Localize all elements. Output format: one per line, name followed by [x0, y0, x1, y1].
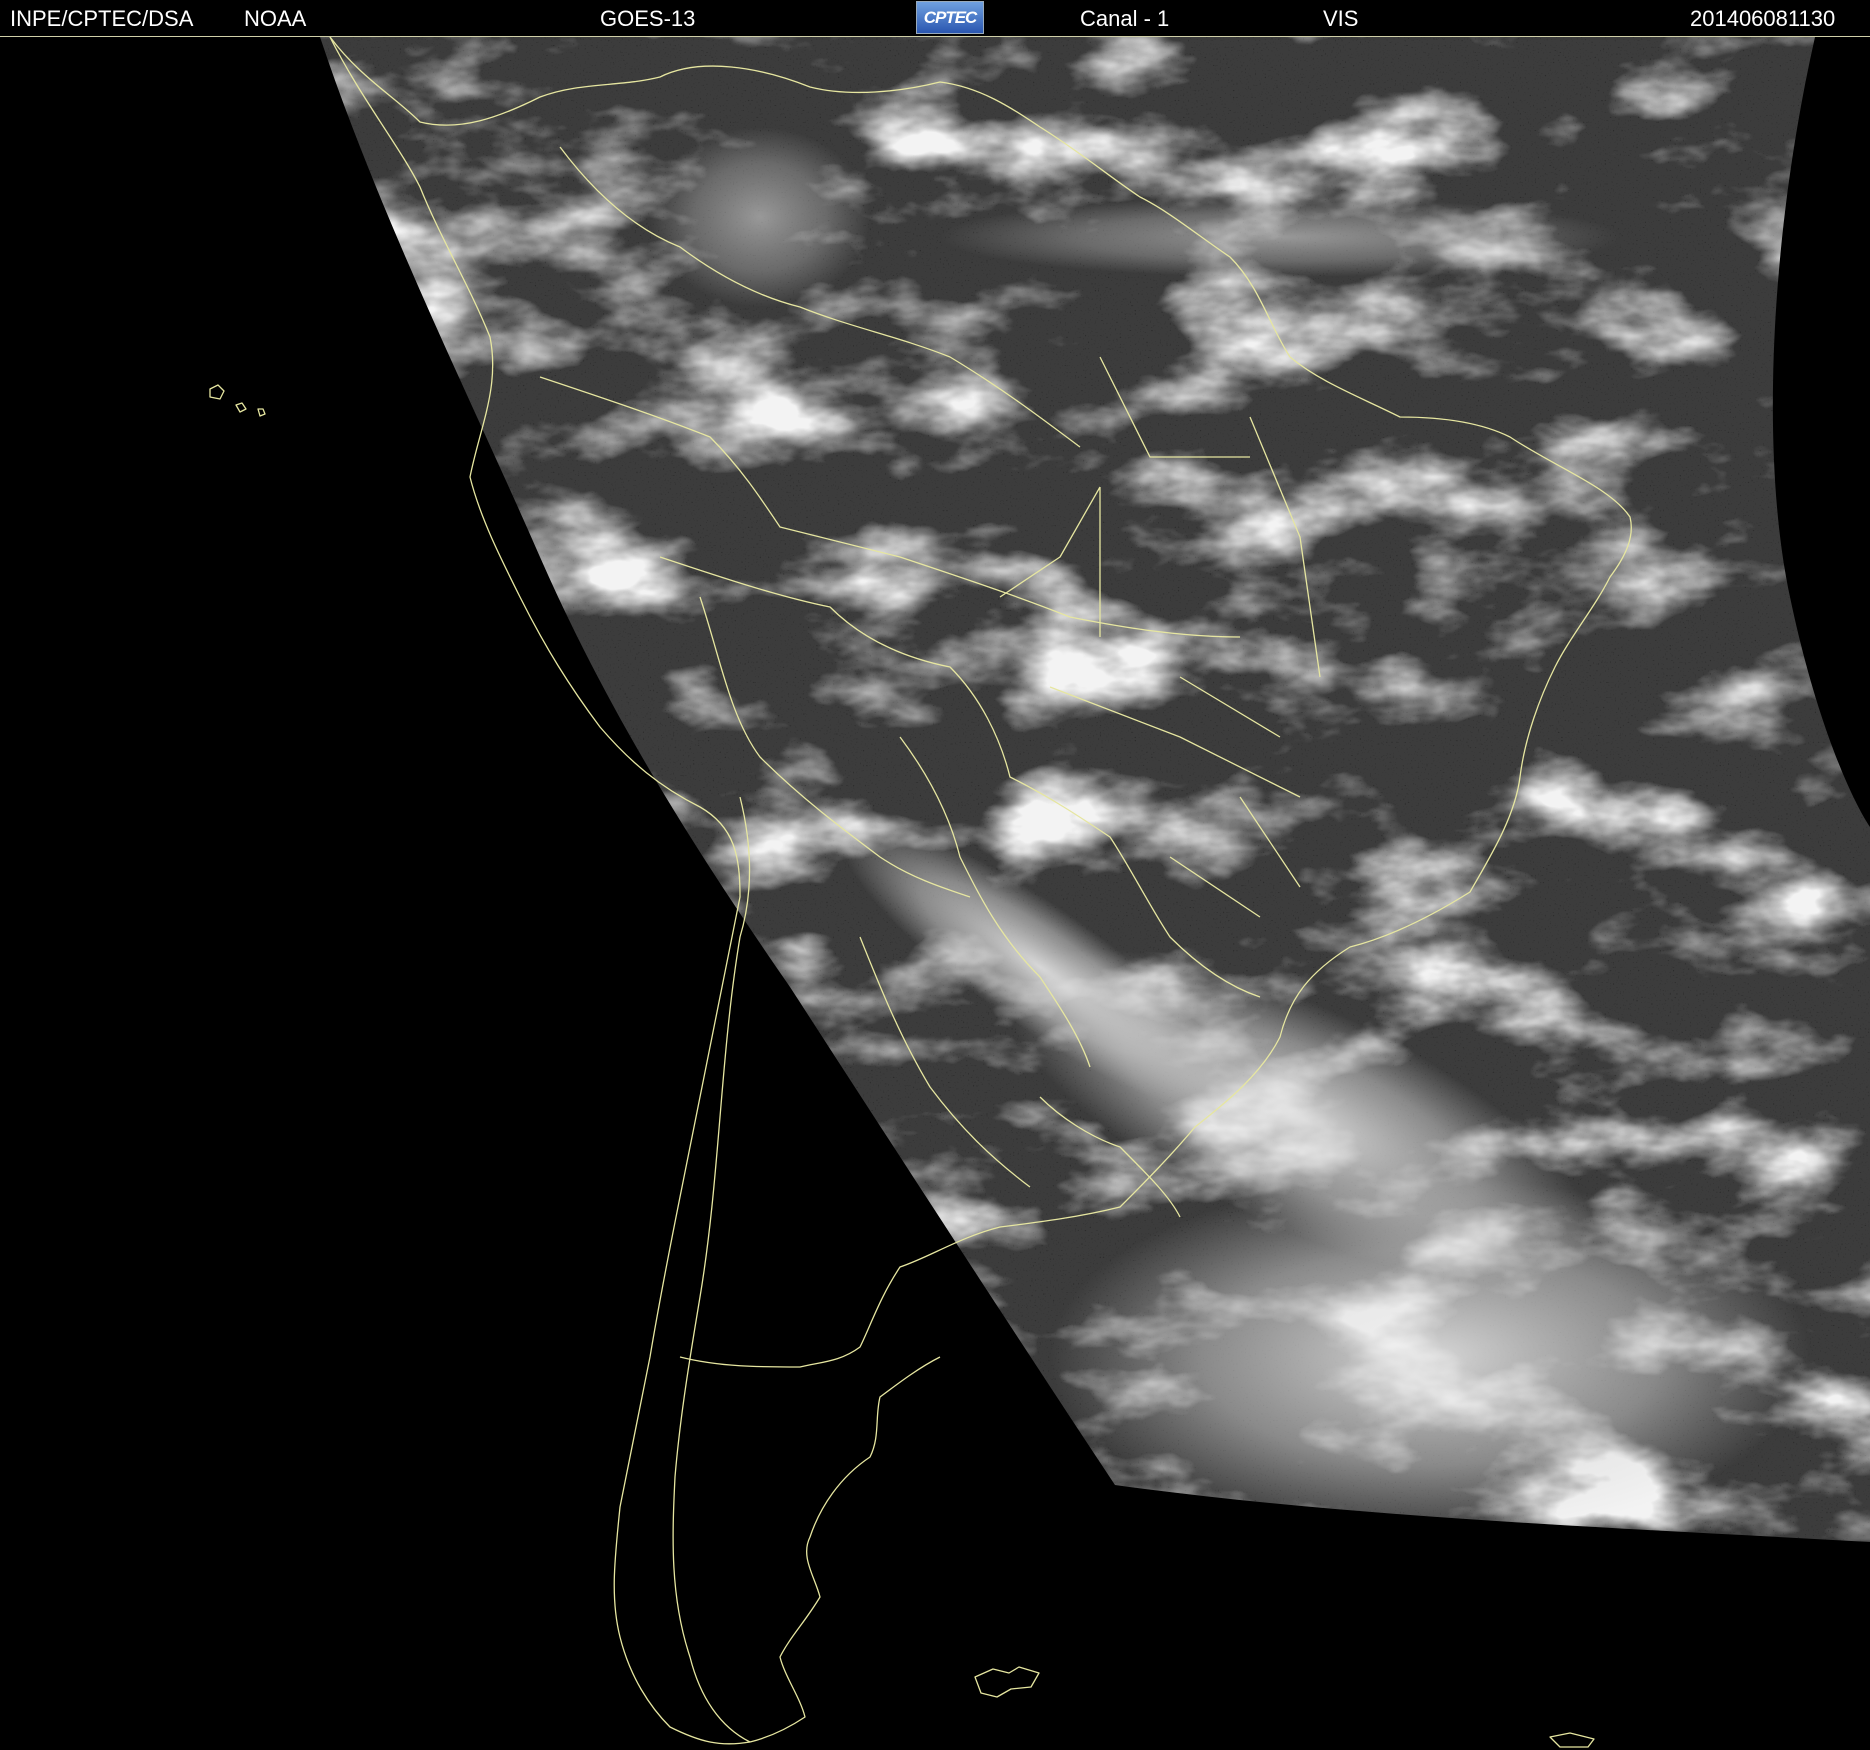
- institution-label: INPE/CPTEC/DSA: [10, 6, 194, 31]
- falkland-islands: [974, 1666, 1040, 1698]
- channel-label: Canal - 1: [1080, 6, 1170, 31]
- cptec-logo: CPTEC: [916, 1, 984, 34]
- agency-label: NOAA: [244, 6, 307, 31]
- satellite-label: GOES-13: [600, 6, 696, 31]
- band-label: VIS: [1323, 6, 1359, 31]
- satellite-map: [0, 37, 1870, 1750]
- timestamp-label: 201406081130: [1690, 6, 1836, 31]
- imaged-region: [320, 37, 1870, 1542]
- andes-border: [672, 796, 751, 1743]
- patagonia-coastline: [749, 1356, 941, 1743]
- header-bar: INPE/CPTEC/DSA NOAA GOES-13 CPTEC Canal …: [0, 0, 1870, 37]
- galapagos-islands: [209, 384, 266, 417]
- cptec-logo-text: CPTEC: [923, 8, 978, 27]
- south-georgia-island: [1549, 1732, 1595, 1748]
- satellite-image: [209, 37, 1870, 1748]
